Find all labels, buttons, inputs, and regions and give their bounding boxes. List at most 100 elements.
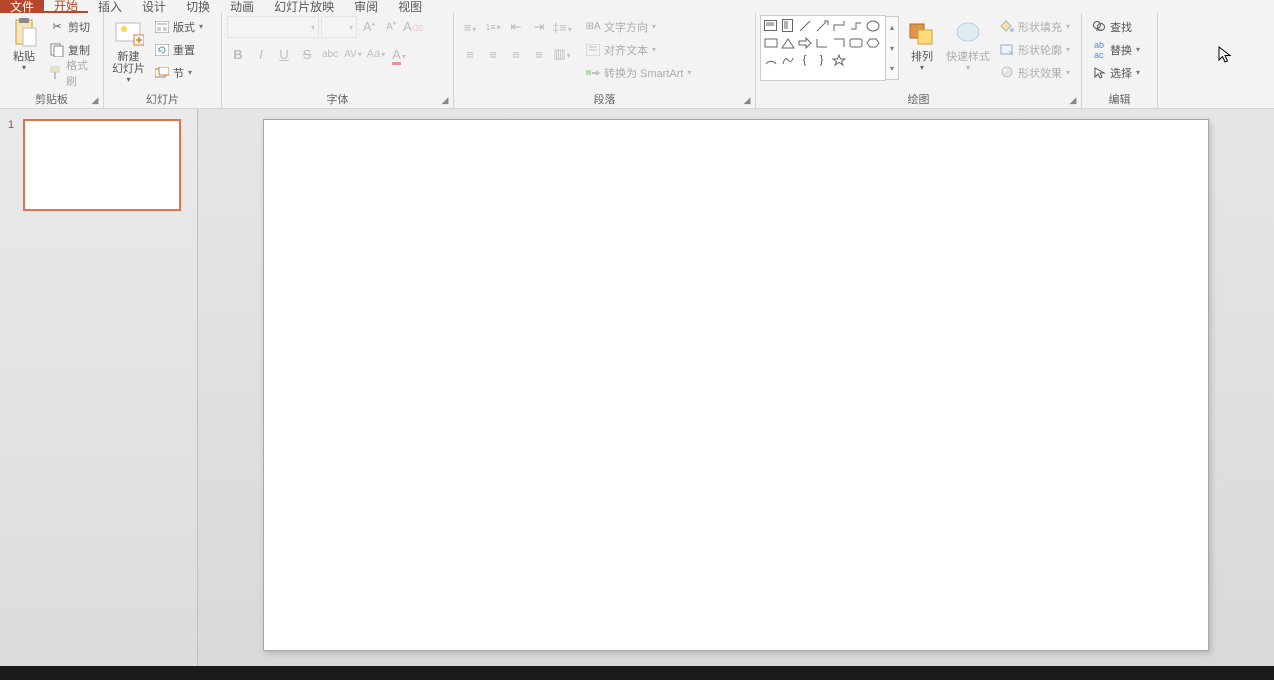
shape-arrow-line[interactable] [813,17,830,34]
tab-file[interactable]: 文件 [0,0,44,13]
tab-animations[interactable]: 动画 [220,0,264,13]
arrange-button[interactable]: 排列 ▾ [902,15,942,74]
decrease-font-icon: A▾ [386,20,396,32]
increase-font-button[interactable]: A▴ [358,15,380,37]
slide-thumbnails-panel[interactable]: 1 [0,109,198,666]
shapes-gallery[interactable]: { } ▴ ▾ ▾ [760,15,886,81]
shape-curve[interactable] [779,51,796,68]
text-shadow-button[interactable]: abc [319,43,341,65]
strikethrough-icon: S [303,47,312,62]
italic-button[interactable]: I [250,43,272,65]
shape-vtextbox[interactable] [779,17,796,34]
increase-indent-icon: ⇥ [534,19,545,35]
paste-label: 粘贴 [13,51,35,63]
ribbon: 粘贴 ▾ ✂ 剪切 复制 格式刷 [0,13,1274,109]
cut-button[interactable]: ✂ 剪切 [46,16,97,37]
new-slide-button[interactable]: 新建 幻灯片 ▾ [108,15,149,86]
drawing-dialog-launcher[interactable]: ◢ [1067,94,1079,106]
shape-effects-button[interactable]: 形状效果 ▾ [996,62,1073,83]
shape-outline-button[interactable]: 形状轮廓 ▾ [996,39,1073,60]
numbering-button[interactable]: 1≡▾ [482,16,504,38]
shape-rect[interactable] [762,34,779,51]
font-group-label: 字体 [222,91,453,107]
clipboard-dialog-launcher[interactable]: ◢ [89,94,101,106]
shape-line[interactable] [796,17,813,34]
strikethrough-button[interactable]: S [296,43,318,65]
shapes-gallery-scroll: ▴ ▾ ▾ [886,16,899,80]
format-painter-button[interactable]: 格式刷 [46,62,97,83]
underline-button[interactable]: U [273,43,295,65]
reset-button[interactable]: 重置 [151,39,206,60]
convert-smartart-button[interactable]: 转换为 SmartArt ▾ [582,62,694,83]
increase-indent-button[interactable]: ⇥ [528,16,550,38]
tab-slideshow[interactable]: 幻灯片放映 [264,0,344,13]
shape-connector[interactable] [830,17,847,34]
shape-textbox[interactable] [762,17,779,34]
reset-label: 重置 [173,42,195,58]
section-button[interactable]: 节 ▾ [151,62,206,83]
align-right-icon: ≡ [512,47,520,62]
bold-button[interactable]: B [227,43,249,65]
shape-corner[interactable] [830,34,847,51]
clear-format-button[interactable]: A⌫ [402,15,424,37]
paragraph-dialog-launcher[interactable]: ◢ [741,94,753,106]
line-spacing-button[interactable]: ‡≡▾ [551,16,573,38]
shape-connector2[interactable] [847,17,864,34]
slide-canvas[interactable] [263,119,1209,651]
slide-thumbnail-1[interactable] [23,119,181,211]
columns-button[interactable]: ▥▾ [551,43,573,65]
shape-hexagon[interactable] [864,34,881,51]
shape-rbrace[interactable]: } [813,51,830,68]
quick-styles-button[interactable]: 快速样式 ▾ [942,15,994,74]
tab-insert[interactable]: 插入 [88,0,132,13]
align-left-button[interactable]: ≡ [459,43,481,65]
slides-group-label: 幻灯片 [104,91,221,107]
copy-icon [49,42,65,58]
text-direction-button[interactable]: ⊞A 文字方向 ▾ [582,16,694,37]
shape-outline-icon [999,42,1015,58]
shape-oval[interactable] [864,17,881,34]
decrease-indent-button[interactable]: ⇤ [505,16,527,38]
find-button[interactable]: 查找 [1088,16,1143,37]
shape-larrowhead[interactable] [813,34,830,51]
shape-rarrow[interactable] [796,34,813,51]
replace-button[interactable]: abac 替换 ▾ [1088,39,1143,60]
format-painter-label: 格式刷 [66,57,94,89]
shape-arc[interactable] [762,51,779,68]
justify-button[interactable]: ≡ [528,43,550,65]
shapes-down-button[interactable]: ▾ [886,38,898,59]
ribbon-tabs: 文件 开始 插入 设计 切换 动画 幻灯片放映 审阅 视图 [0,0,1274,13]
align-center-button[interactable]: ≡ [482,43,504,65]
shape-lbrace[interactable]: { [796,51,813,68]
paste-button[interactable]: 粘贴 ▾ [4,15,44,74]
new-slide-dropdown-icon: ▾ [126,75,130,84]
shapes-up-button[interactable]: ▴ [886,17,898,38]
shape-triangle[interactable] [779,34,796,51]
bullets-button[interactable]: ≡▾ [459,16,481,38]
clipboard-group-label: 剪贴板 [0,91,103,107]
change-case-button[interactable]: Aa▾ [365,43,387,65]
font-dialog-launcher[interactable]: ◢ [439,94,451,106]
font-name-combo[interactable]: ▾ [227,16,319,38]
align-left-icon: ≡ [466,47,474,62]
char-spacing-button[interactable]: AV▾ [342,43,364,65]
layout-dropdown-icon: ▾ [199,22,203,31]
tab-review[interactable]: 审阅 [344,0,388,13]
shape-star[interactable] [830,51,847,68]
decrease-font-button[interactable]: A▾ [380,15,402,37]
layout-button[interactable]: 版式 ▾ [151,16,206,37]
shape-roundrect[interactable] [847,34,864,51]
tab-home[interactable]: 开始 [44,0,88,13]
tab-view[interactable]: 视图 [388,0,432,13]
align-right-button[interactable]: ≡ [505,43,527,65]
tab-design[interactable]: 设计 [132,0,176,13]
shape-fill-button[interactable]: 形状填充 ▾ [996,16,1073,37]
font-color-button[interactable]: A▾ [388,43,410,65]
shapes-expand-button[interactable]: ▾ [886,58,898,79]
select-button[interactable]: 选择 ▾ [1088,62,1143,83]
align-text-button[interactable]: 对齐文本 ▾ [582,39,694,60]
tab-transitions[interactable]: 切换 [176,0,220,13]
slide-number-1: 1 [8,119,14,131]
new-slide-label: 新建 幻灯片 [112,51,145,75]
font-size-combo[interactable]: ▾ [321,16,357,38]
